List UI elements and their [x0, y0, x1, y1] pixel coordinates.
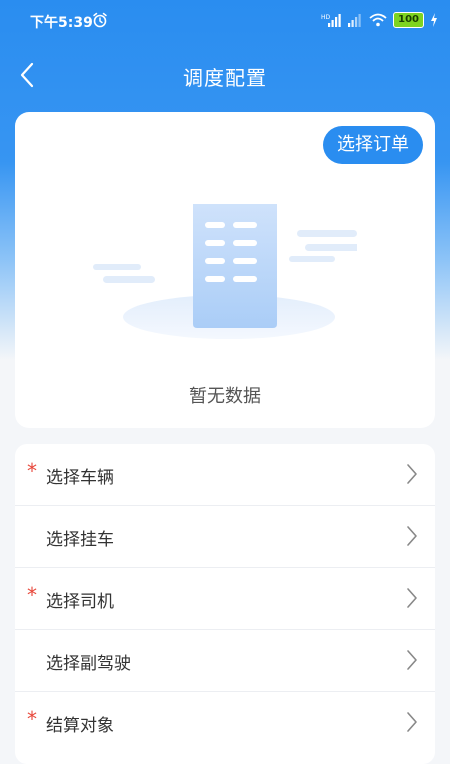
required-mark: * — [27, 707, 37, 731]
status-time: 下午5:39 — [30, 15, 93, 31]
page-title: 调度配置 — [183, 66, 267, 90]
chevron-right-icon — [407, 712, 417, 732]
empty-document-icon — [93, 204, 357, 339]
select-order-button[interactable]: 选择订单 — [323, 126, 423, 164]
status-icons: HD 100 — [321, 11, 438, 29]
row-label: 选择车辆 — [46, 468, 114, 488]
order-card: 选择订单 暂无数据 — [15, 112, 435, 428]
nav-bar: 调度配置 — [0, 48, 450, 102]
chevron-right-icon — [407, 588, 417, 608]
select-vehicle-row[interactable]: * 选择车辆 — [15, 444, 435, 506]
select-trailer-row[interactable]: 选择挂车 — [15, 506, 435, 568]
required-mark: * — [27, 583, 37, 607]
battery-icon: 100 — [393, 12, 424, 28]
select-codriver-row[interactable]: 选择副驾驶 — [15, 630, 435, 692]
row-label: 选择司机 — [46, 592, 114, 612]
row-label: 选择副驾驶 — [46, 654, 131, 674]
hd-signal-icon: HD — [321, 14, 341, 27]
dispatch-form: * 选择车辆 选择挂车 * 选择司机 选择副驾驶 * 结算对象 — [15, 444, 435, 764]
settlement-target-row[interactable]: * 结算对象 — [15, 692, 435, 754]
wifi-icon — [369, 13, 387, 27]
status-bar: 下午5:39 HD 100 — [0, 0, 450, 40]
select-driver-row[interactable]: * 选择司机 — [15, 568, 435, 630]
charging-icon — [431, 13, 437, 27]
row-label: 结算对象 — [46, 716, 114, 736]
chevron-right-icon — [407, 526, 417, 546]
alarm-icon — [93, 12, 107, 28]
required-mark: * — [27, 459, 37, 483]
chevron-right-icon — [407, 464, 417, 484]
row-label: 选择挂车 — [46, 530, 114, 550]
svg-text:HD: HD — [321, 14, 331, 21]
chevron-right-icon — [407, 650, 417, 670]
signal-icon — [348, 14, 361, 27]
empty-state-text: 暂无数据 — [189, 386, 261, 407]
